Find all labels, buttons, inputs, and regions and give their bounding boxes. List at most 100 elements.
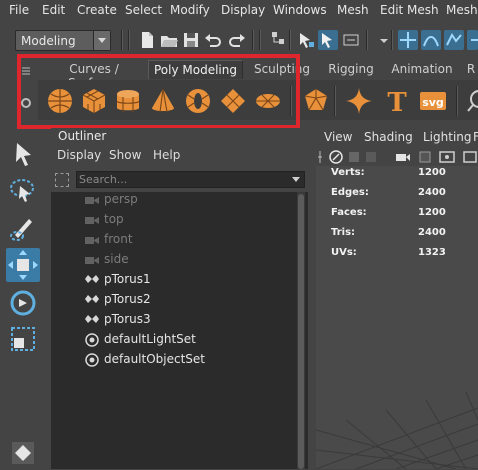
tab-rendering[interactable]: R — [464, 60, 478, 79]
divider — [289, 30, 291, 50]
scrollbar-thumb[interactable] — [298, 194, 304, 469]
chevron-down-icon[interactable] — [93, 31, 110, 50]
outliner-menu-show[interactable]: Show — [109, 148, 141, 162]
viewport-menu-shading[interactable]: Shading — [364, 130, 413, 144]
camera-icon[interactable] — [396, 154, 410, 161]
search-icon[interactable] — [464, 86, 478, 116]
outliner-menu-help[interactable]: Help — [153, 148, 180, 162]
main-menu-bar: File Edit Create Select Modify Display W… — [0, 0, 478, 22]
hud-tris-value: 2400 — [418, 227, 446, 238]
outliner-item-ptorus3[interactable]: pTorus3 — [82, 310, 292, 330]
hud-faces-label: Faces: — [331, 207, 367, 218]
outliner-scrollbar[interactable] — [297, 192, 305, 469]
outliner-search-field — [76, 171, 305, 188]
super-shape-icon[interactable] — [344, 86, 374, 116]
outliner-item-side[interactable]: side — [82, 250, 292, 270]
outliner-search-input[interactable] — [79, 172, 279, 187]
chevron-down-icon[interactable] — [292, 177, 300, 182]
scale-tool-icon[interactable] — [6, 322, 40, 356]
outliner-item-ptorus1[interactable]: pTorus1 — [82, 270, 292, 290]
filter-icon[interactable] — [55, 173, 69, 187]
select-object-icon[interactable] — [296, 30, 316, 50]
divider — [456, 86, 458, 116]
type-tool-icon[interactable]: T — [382, 86, 412, 116]
menu-windows[interactable]: Windows — [273, 3, 327, 17]
lasso-select-icon[interactable] — [6, 174, 40, 208]
divider — [366, 30, 368, 50]
menu-set-dropdown[interactable]: Modeling — [15, 30, 111, 51]
menu-mesh[interactable]: Mesh — [337, 3, 369, 17]
image-plane-icon[interactable] — [366, 152, 376, 162]
viewport-menu-bar: View Shading Lighting F — [316, 130, 478, 146]
viewport-menu-show[interactable]: F — [473, 130, 478, 144]
resolution-gate-icon[interactable] — [463, 151, 477, 163]
outliner-item-front[interactable]: front — [82, 230, 292, 250]
outliner-item-top[interactable]: top — [82, 210, 292, 230]
outliner-item-label: top — [104, 212, 124, 226]
rotate-tool-icon[interactable] — [6, 286, 40, 320]
undo-icon[interactable] — [203, 30, 223, 50]
snap-view-icon[interactable] — [467, 30, 478, 50]
save-scene-icon[interactable] — [181, 30, 201, 50]
mesh-transform-icon — [84, 313, 100, 327]
menu-select[interactable]: Select — [125, 3, 162, 17]
move-tool-icon[interactable] — [6, 248, 40, 282]
select-hierarchy-icon[interactable] — [270, 30, 290, 50]
tab-rigging[interactable]: Rigging — [324, 60, 378, 79]
film-gate-icon[interactable] — [439, 151, 455, 163]
outliner-item-label: pTorus3 — [104, 312, 151, 326]
outliner-titlebar: Outliner — [51, 128, 308, 145]
grid-toggle-icon[interactable] — [419, 151, 431, 163]
new-scene-icon[interactable] — [137, 30, 157, 50]
divider — [259, 30, 261, 50]
type-tool-glyph: T — [387, 88, 407, 116]
show-manipulator-icon[interactable] — [6, 436, 40, 470]
paint-select-icon[interactable] — [6, 210, 40, 244]
outliner-item-label: pTorus1 — [104, 272, 151, 286]
open-scene-icon[interactable] — [159, 30, 179, 50]
outliner-item-persp[interactable]: persp — [82, 190, 292, 210]
outliner-item-defaultlightset[interactable]: defaultLightSet — [82, 330, 292, 350]
hud-edges-label: Edges: — [331, 187, 369, 198]
outliner-item-label: defaultObjectSet — [104, 352, 206, 366]
select-tool-icon[interactable] — [6, 138, 40, 172]
object-set-icon — [84, 353, 100, 367]
menu-mesh-tools[interactable]: Mesh T — [446, 3, 478, 17]
menu-modify[interactable]: Modify — [170, 3, 210, 17]
snap-point-icon[interactable] — [444, 30, 464, 50]
viewport-menu-lighting[interactable]: Lighting — [423, 130, 472, 144]
object-set-icon — [84, 333, 100, 347]
redo-icon[interactable] — [227, 30, 247, 50]
outliner-item-ptorus2[interactable]: pTorus2 — [82, 290, 292, 310]
camera-select-icon[interactable] — [318, 151, 322, 163]
outliner-menu-display[interactable]: Display — [57, 148, 101, 162]
viewport-grid — [316, 380, 478, 469]
menu-create[interactable]: Create — [77, 3, 117, 17]
hud-faces-value: 1200 — [418, 207, 446, 218]
menu-edit[interactable]: Edit — [42, 3, 65, 17]
bookmark-icon[interactable] — [349, 152, 359, 162]
camera-attributes-icon[interactable] — [329, 150, 343, 164]
select-by-name-icon[interactable] — [341, 30, 361, 50]
menu-edit-mesh[interactable]: Edit Mesh — [380, 3, 439, 17]
snap-curve-icon[interactable] — [421, 30, 441, 50]
tab-animation[interactable]: Animation — [389, 60, 455, 79]
camera-icon — [84, 213, 100, 227]
snap-grid-icon[interactable] — [398, 30, 418, 50]
outliner-item-defaultobjectset[interactable]: defaultObjectSet — [82, 350, 292, 370]
hud-uvs-label: UVs: — [331, 247, 357, 258]
toolbox — [0, 130, 46, 469]
hud-verts-value: 1200 — [418, 167, 446, 178]
hud-tris-label: Tris: — [331, 227, 356, 238]
menu-file[interactable]: File — [9, 3, 29, 17]
select-component-icon[interactable] — [318, 30, 338, 50]
svg-tool-icon[interactable]: svg — [418, 86, 448, 116]
viewport-menu-view[interactable]: View — [324, 130, 352, 144]
camera-icon — [84, 253, 100, 267]
viewport-toolbar — [316, 148, 478, 166]
highlight-annotation-box — [17, 54, 300, 129]
platonic-solid-icon[interactable] — [301, 86, 331, 116]
menu-display[interactable]: Display — [221, 3, 265, 17]
mesh-transform-icon — [84, 273, 100, 287]
camera-icon — [84, 233, 100, 247]
